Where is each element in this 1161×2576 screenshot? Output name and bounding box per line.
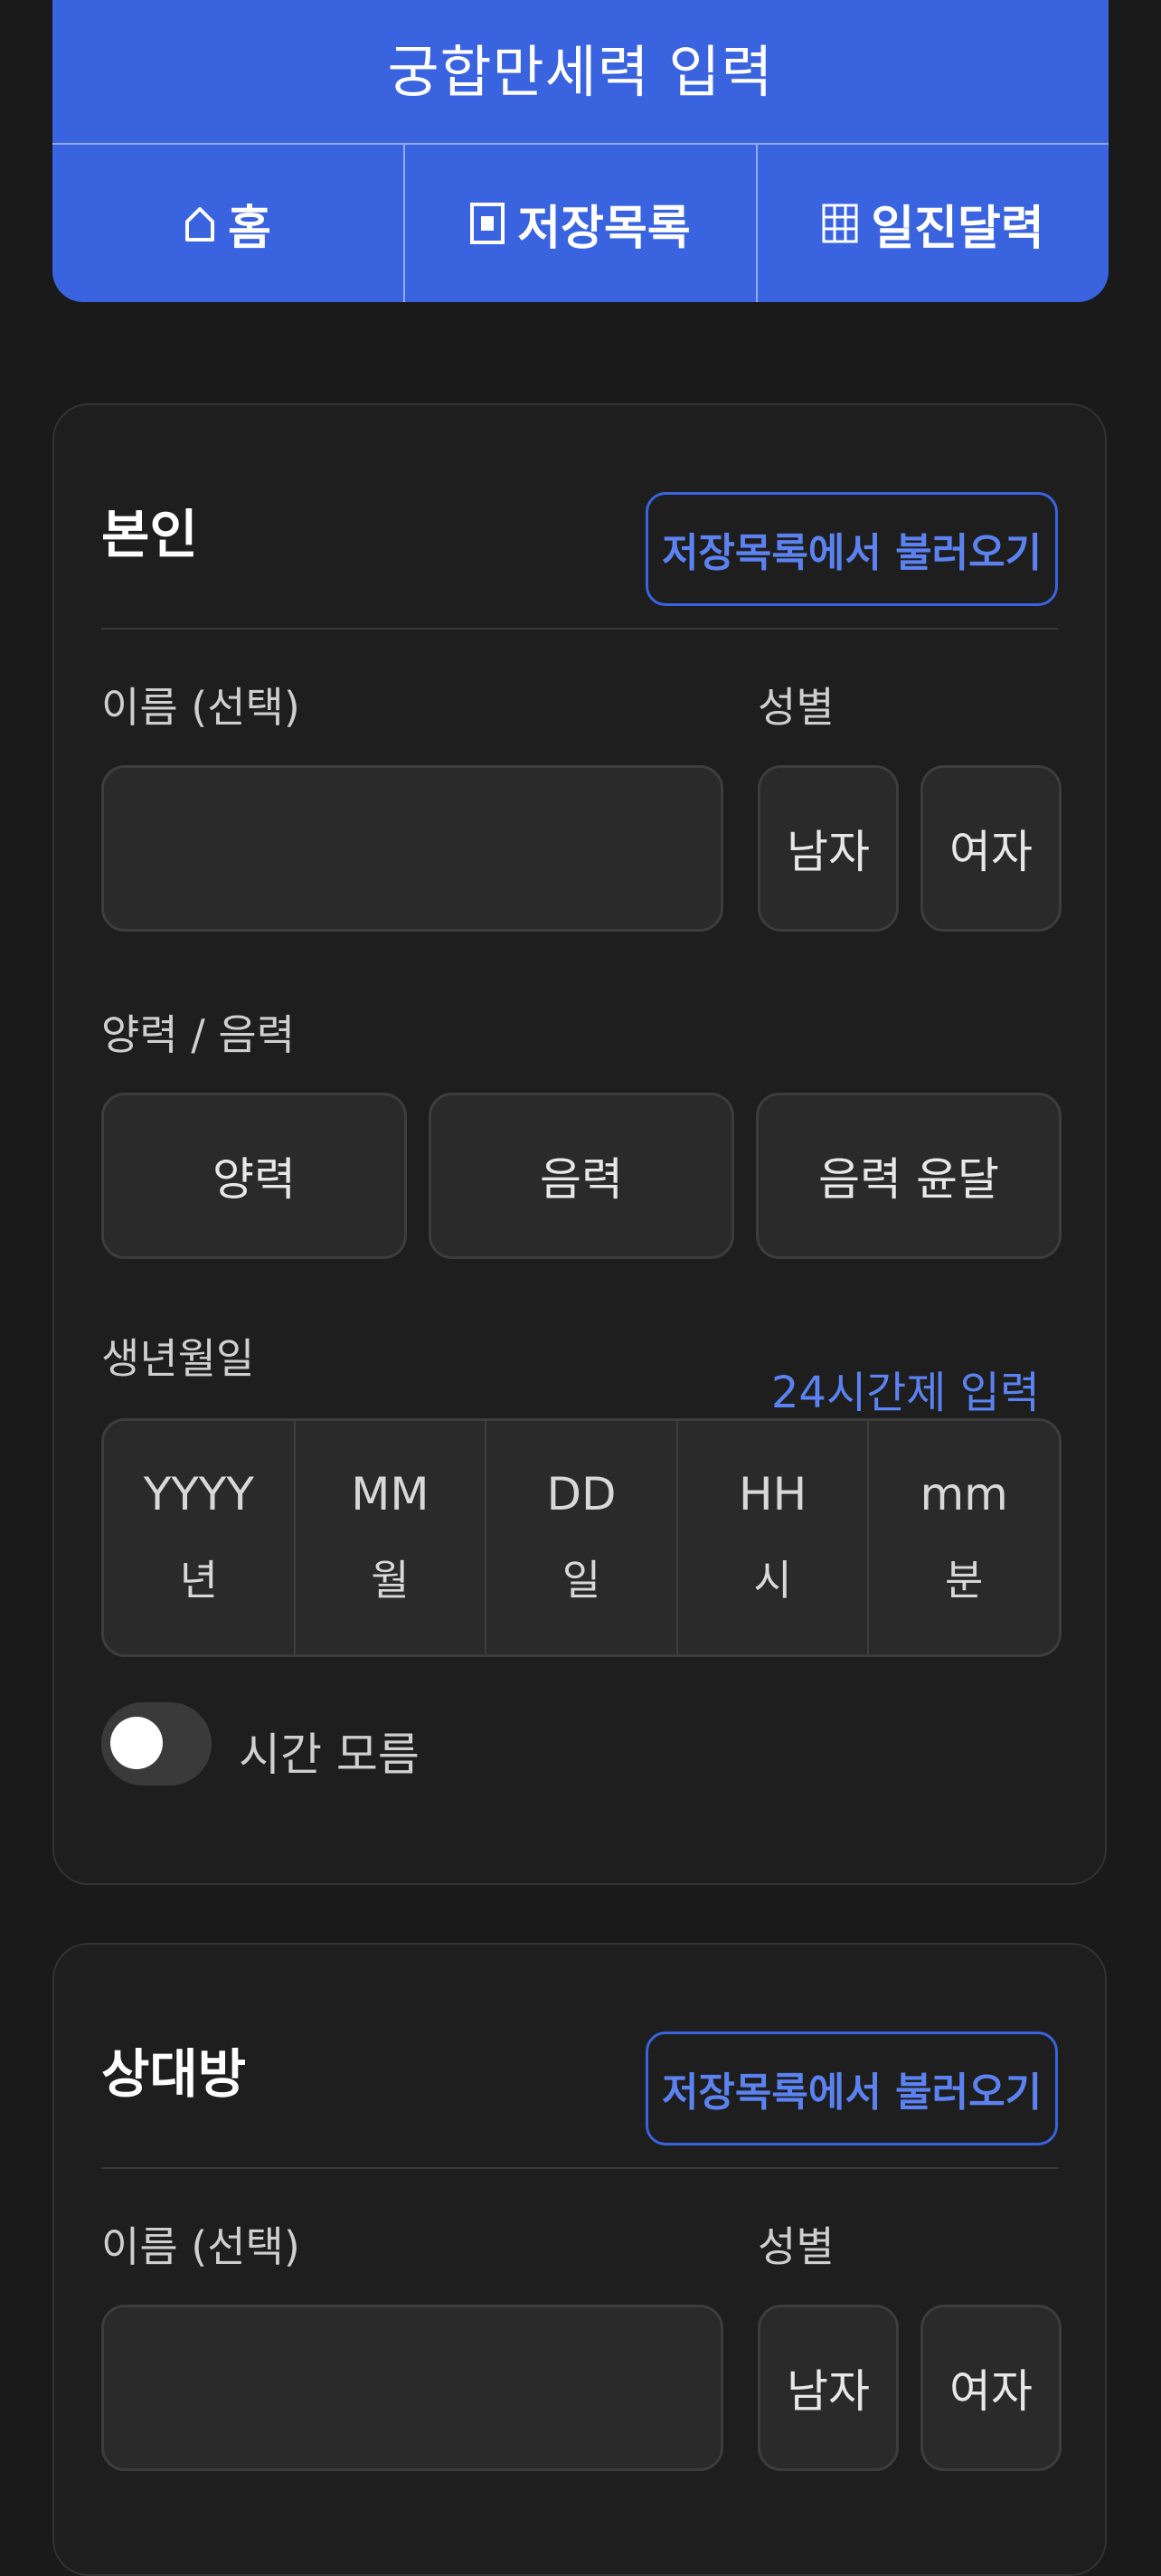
minute-placeholder: mm (920, 1468, 1008, 1520)
toggle-knob (110, 1717, 163, 1769)
nav-save-list-label: 저장목록 (517, 201, 691, 256)
self-gender-female-button[interactable]: 여자 (920, 765, 1062, 932)
partner-gender-male-button[interactable]: 남자 (758, 2305, 899, 2471)
unknown-time-label: 시간 모름 (239, 1728, 420, 1781)
self-solar-button[interactable]: 양력 (101, 1093, 407, 1259)
year-field[interactable]: YYYY 년 (104, 1421, 296, 1654)
self-divider (101, 628, 1058, 630)
partner-gender-label: 성별 (758, 2222, 835, 2271)
self-card-title: 본인 (101, 504, 198, 565)
header-banner: 궁합만세력 입력 홈 저장목록 일진달력 (52, 0, 1109, 302)
partner-name-input[interactable] (101, 2305, 723, 2471)
self-name-input[interactable] (101, 765, 723, 932)
year-unit: 년 (179, 1556, 218, 1605)
self-birth-label: 생년월일 (101, 1334, 255, 1383)
minute-unit: 분 (945, 1556, 984, 1605)
partner-divider (101, 2167, 1058, 2169)
self-gender-label: 성별 (758, 683, 835, 732)
self-birth-date-input: YYYY 년 MM 월 DD 일 HH 시 mm 분 (101, 1418, 1062, 1657)
partner-load-button[interactable]: 저장목록에서 불러오기 (646, 2031, 1058, 2145)
partner-gender-female-button[interactable]: 여자 (920, 2305, 1062, 2471)
day-field[interactable]: DD 일 (486, 1421, 678, 1654)
page-title: 궁합만세력 입력 (387, 39, 774, 105)
nav-home-label: 홈 (228, 201, 271, 256)
nav-calendar-label: 일진달력 (871, 201, 1044, 256)
unknown-time-toggle[interactable] (101, 1702, 212, 1785)
self-gender-male-button[interactable]: 남자 (758, 765, 899, 932)
hour-field[interactable]: HH 시 (678, 1421, 870, 1654)
self-load-button[interactable]: 저장목록에서 불러오기 (646, 492, 1058, 606)
header-nav: 홈 저장목록 일진달력 (52, 143, 1109, 302)
nav-calendar[interactable]: 일진달력 (758, 145, 1109, 302)
month-unit: 월 (371, 1556, 410, 1605)
partner-card-title: 상대방 (101, 2043, 247, 2105)
home-icon (184, 205, 215, 242)
partner-name-label: 이름 (선택) (101, 2222, 300, 2271)
month-placeholder: MM (351, 1468, 429, 1520)
self-lunar-button[interactable]: 음력 (429, 1093, 734, 1259)
nav-home[interactable]: 홈 (52, 145, 405, 302)
self-lunar-leap-button[interactable]: 음력 윤달 (756, 1093, 1062, 1259)
partner-card: 상대방 저장목록에서 불러오기 이름 (선택) 성별 남자 여자 (52, 1943, 1107, 2576)
self-calendar-label: 양력 / 음력 (101, 1010, 296, 1059)
day-unit: 일 (562, 1556, 601, 1605)
year-placeholder: YYYY (143, 1468, 254, 1520)
nav-save-list[interactable]: 저장목록 (405, 145, 758, 302)
self-card: 본인 저장목록에서 불러오기 이름 (선택) 성별 남자 여자 양력 / 음력 … (52, 403, 1107, 1885)
hour-unit: 시 (753, 1556, 792, 1605)
self-name-label: 이름 (선택) (101, 683, 300, 732)
calendar-grid-icon (822, 204, 858, 243)
hour-placeholder: HH (738, 1468, 807, 1520)
save-list-icon (470, 203, 505, 244)
minute-field[interactable]: mm 분 (869, 1421, 1059, 1654)
day-placeholder: DD (546, 1468, 617, 1520)
hour24-toggle-link[interactable]: 24시간제 입력 (771, 1357, 1040, 1420)
month-field[interactable]: MM 월 (296, 1421, 487, 1654)
